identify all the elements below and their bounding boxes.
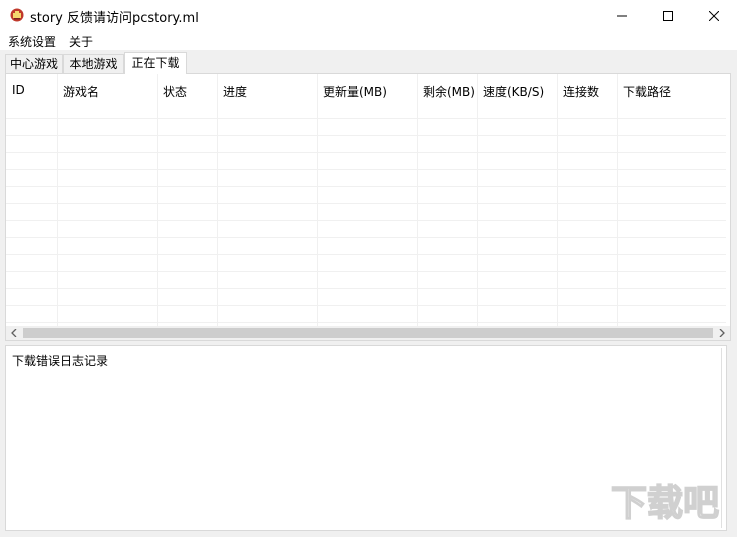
grid-line bbox=[6, 322, 726, 323]
tab-center-games[interactable]: 中心游戏 bbox=[5, 54, 63, 73]
grid-line bbox=[6, 237, 726, 238]
grid-line bbox=[6, 203, 726, 204]
maximize-button[interactable] bbox=[645, 0, 691, 31]
column-header-connections[interactable]: 连接数 bbox=[563, 83, 599, 100]
tab-local-games[interactable]: 本地游戏 bbox=[63, 54, 124, 73]
grid-line bbox=[6, 169, 726, 170]
column-header-id[interactable]: ID bbox=[12, 83, 25, 97]
watermark-text: 下载吧 bbox=[611, 483, 719, 524]
grid-line bbox=[6, 254, 726, 255]
grid-line bbox=[6, 220, 726, 221]
minimize-button[interactable] bbox=[599, 0, 645, 31]
grid-line bbox=[6, 288, 726, 289]
column-header-game-name[interactable]: 游戏名 bbox=[63, 83, 99, 100]
maximize-icon bbox=[663, 10, 673, 21]
grid-line bbox=[6, 135, 726, 136]
downloads-panel: ID 游戏名 状态 进度 更新量(MB) 剩余(MB) 速度(KB/S) 连接数… bbox=[5, 73, 731, 341]
close-button[interactable] bbox=[691, 0, 737, 31]
column-header-update-size[interactable]: 更新量(MB) bbox=[323, 83, 387, 100]
grid-line bbox=[6, 305, 726, 306]
menu-bar: 系统设置 关于 bbox=[0, 31, 737, 50]
close-icon bbox=[709, 10, 719, 21]
grid-line bbox=[6, 186, 726, 187]
window-title: story 反馈请访问pcstory.ml bbox=[30, 11, 199, 26]
column-header-download-path[interactable]: 下载路径 bbox=[623, 83, 671, 100]
table-header: ID 游戏名 状态 进度 更新量(MB) 剩余(MB) 速度(KB/S) 连接数… bbox=[6, 74, 726, 105]
downloads-table[interactable]: ID 游戏名 状态 进度 更新量(MB) 剩余(MB) 速度(KB/S) 连接数… bbox=[6, 74, 726, 326]
grid-line bbox=[6, 118, 726, 119]
app-logo-icon bbox=[10, 8, 24, 22]
grid-line bbox=[6, 152, 726, 153]
error-log-label: 下载错误日志记录 bbox=[12, 354, 109, 368]
scroll-right-button[interactable] bbox=[714, 326, 730, 340]
column-header-progress[interactable]: 进度 bbox=[223, 83, 247, 100]
column-header-remaining[interactable]: 剩余(MB) bbox=[423, 83, 475, 100]
chevron-right-icon bbox=[719, 329, 725, 337]
scroll-left-button[interactable] bbox=[6, 326, 22, 340]
column-header-speed[interactable]: 速度(KB/S) bbox=[483, 83, 544, 100]
menu-about[interactable]: 关于 bbox=[69, 33, 93, 50]
title-bar: story 反馈请访问pcstory.ml bbox=[0, 0, 737, 31]
tab-downloading[interactable]: 正在下载 bbox=[124, 52, 187, 74]
column-header-status[interactable]: 状态 bbox=[163, 83, 187, 100]
menu-system-settings[interactable]: 系统设置 bbox=[8, 33, 56, 50]
minimize-icon bbox=[617, 15, 627, 16]
horizontal-scrollbar[interactable] bbox=[6, 326, 730, 340]
watermark-logo: 下载吧 bbox=[610, 482, 720, 525]
chevron-left-icon bbox=[11, 329, 17, 337]
scrollbar-thumb[interactable] bbox=[23, 328, 713, 338]
grid-line bbox=[6, 271, 726, 272]
